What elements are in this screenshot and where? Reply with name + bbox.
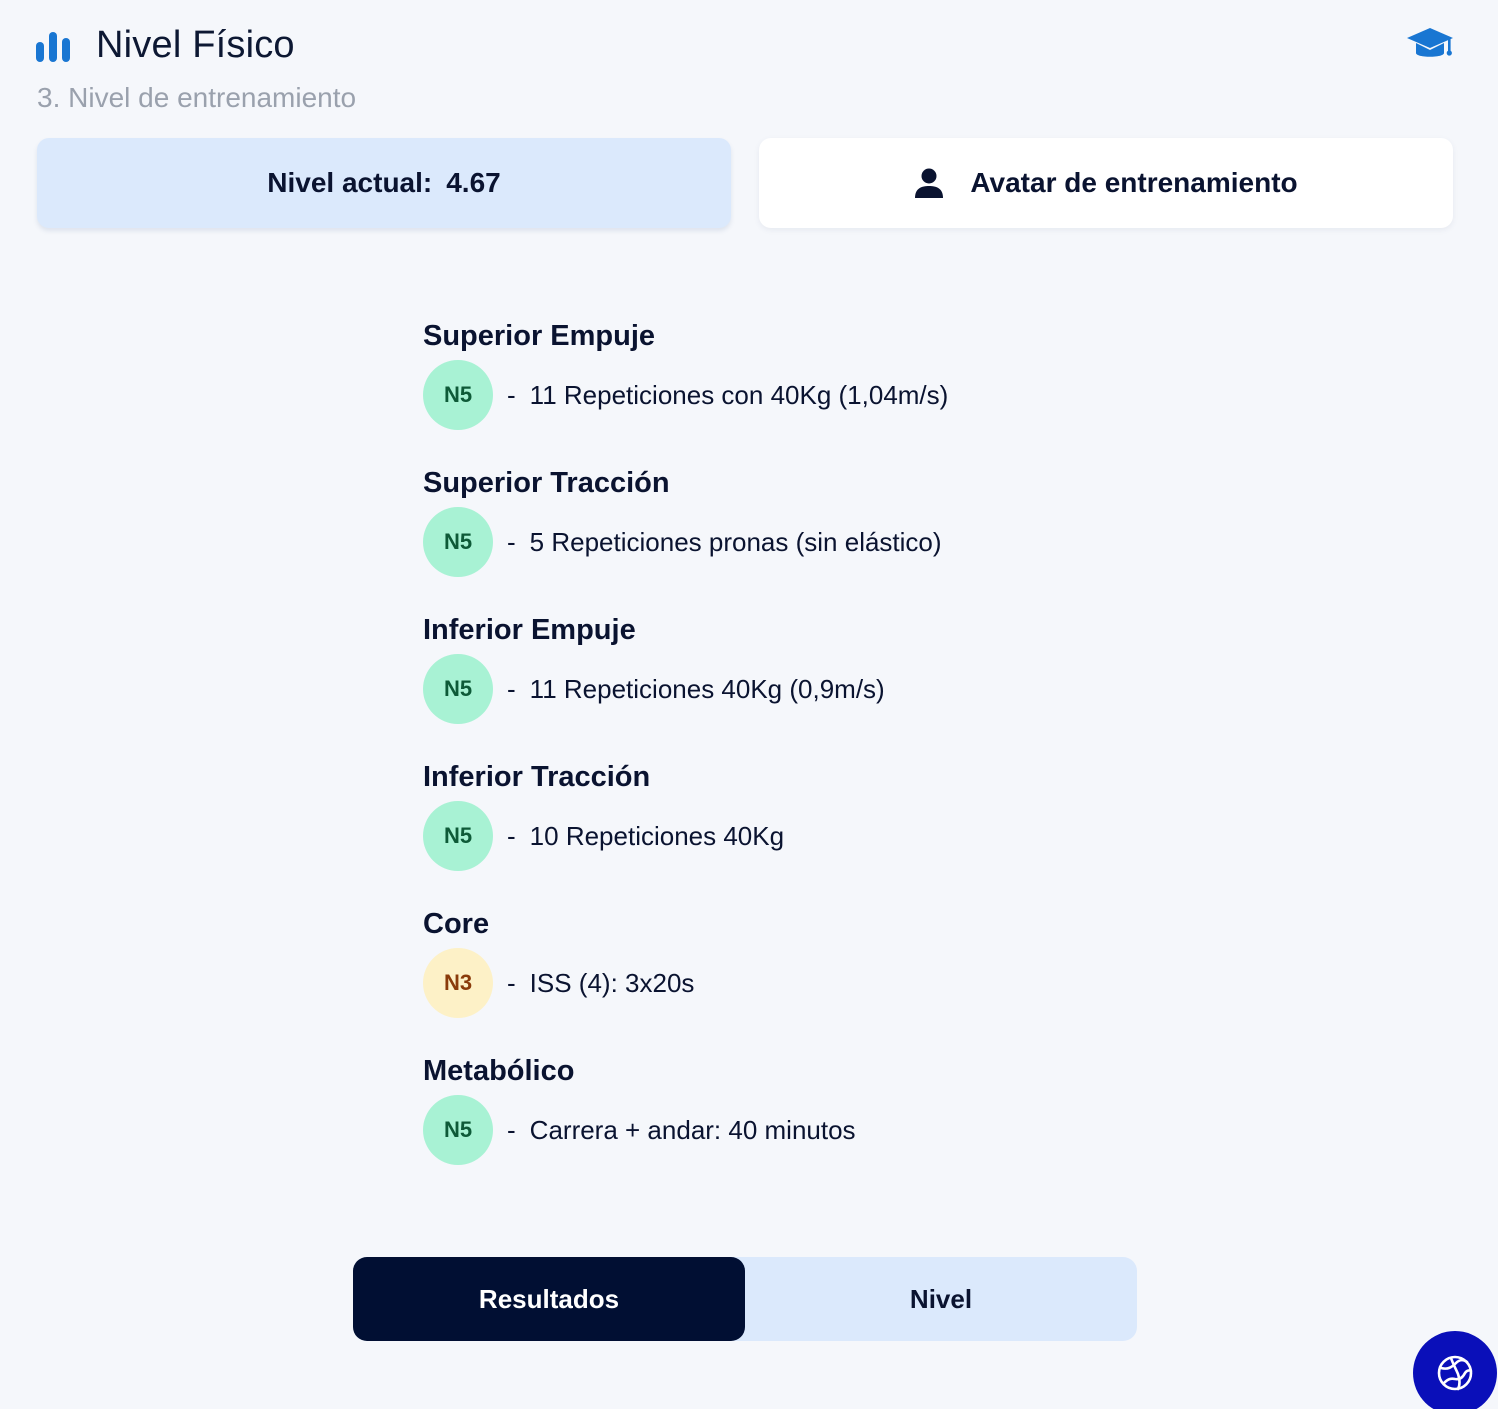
level-tab[interactable]: Nivel [745, 1257, 1137, 1341]
globe-icon [1437, 1355, 1473, 1391]
category-row: N5 - 5 Repeticiones pronas (sin elástico… [423, 507, 1123, 577]
view-toggle: Resultados Nivel [353, 1257, 1137, 1341]
category-item: Core N3 - ISS (4): 3x20s [423, 906, 1123, 1053]
category-description: 11 Repeticiones 40Kg (0,9m/s) [529, 673, 885, 704]
separator: - [507, 1114, 516, 1145]
category-item: Inferior Empuje N5 - 11 Repeticiones 40K… [423, 612, 1123, 759]
category-title: Core [423, 908, 490, 940]
level-badge: N5 [423, 801, 493, 871]
category-item: Metabólico N5 - Carrera + andar: 40 minu… [423, 1053, 1123, 1200]
category-description: 10 Repeticiones 40Kg [529, 820, 785, 851]
level-badge: N5 [423, 654, 493, 724]
category-list: Superior Empuje N5 - 11 Repeticiones con… [423, 318, 1123, 1200]
category-item: Superior Tracción N5 - 5 Repeticiones pr… [423, 465, 1123, 612]
current-level-label: Nivel actual: [267, 167, 433, 198]
results-tab[interactable]: Resultados [353, 1257, 745, 1341]
person-icon [915, 168, 944, 198]
category-row: N5 - Carrera + andar: 40 minutos [423, 1095, 1123, 1165]
level-badge: N5 [423, 507, 493, 577]
current-level-value: 4.67 [446, 167, 501, 198]
training-avatar-label: Avatar de entrenamiento [970, 167, 1298, 198]
category-item: Inferior Tracción N5 - 10 Repeticiones 4… [423, 759, 1123, 906]
bottom-strip [0, 1409, 1498, 1419]
category-title: Superior Tracción [423, 467, 670, 499]
category-title: Metabólico [423, 1055, 575, 1087]
current-level-card: Nivel actual: 4.67 [37, 138, 731, 228]
category-item: Superior Empuje N5 - 11 Repeticiones con… [423, 318, 1123, 465]
separator: - [507, 820, 516, 851]
bar-chart-icon [36, 31, 70, 62]
category-description: 11 Repeticiones con 40Kg (1,04m/s) [529, 379, 949, 410]
separator: - [507, 379, 516, 410]
language-button[interactable] [1413, 1331, 1497, 1415]
category-title: Superior Empuje [423, 320, 656, 352]
separator: - [507, 526, 516, 557]
category-title: Inferior Empuje [423, 614, 636, 646]
page-header: Nivel Físico [36, 24, 295, 67]
page-title: Nivel Físico [96, 24, 295, 66]
level-badge: N3 [423, 948, 493, 1018]
category-description: 5 Repeticiones pronas (sin elástico) [529, 526, 942, 557]
graduation-cap-icon[interactable] [1406, 26, 1454, 64]
separator: - [507, 673, 516, 704]
page-subtitle: 3. Nivel de entrenamiento [37, 82, 357, 113]
training-avatar-button[interactable]: Avatar de entrenamiento [759, 138, 1453, 228]
category-row: N5 - 11 Repeticiones con 40Kg (1,04m/s) [423, 360, 1123, 430]
category-row: N5 - 11 Repeticiones 40Kg (0,9m/s) [423, 654, 1123, 724]
category-title: Inferior Tracción [423, 761, 651, 793]
level-badge: N5 [423, 360, 493, 430]
category-row: N3 - ISS (4): 3x20s [423, 948, 1123, 1018]
category-row: N5 - 10 Repeticiones 40Kg [423, 801, 1123, 871]
level-badge: N5 [423, 1095, 493, 1165]
category-description: ISS (4): 3x20s [529, 967, 695, 998]
separator: - [507, 967, 516, 998]
category-description: Carrera + andar: 40 minutos [529, 1114, 856, 1145]
